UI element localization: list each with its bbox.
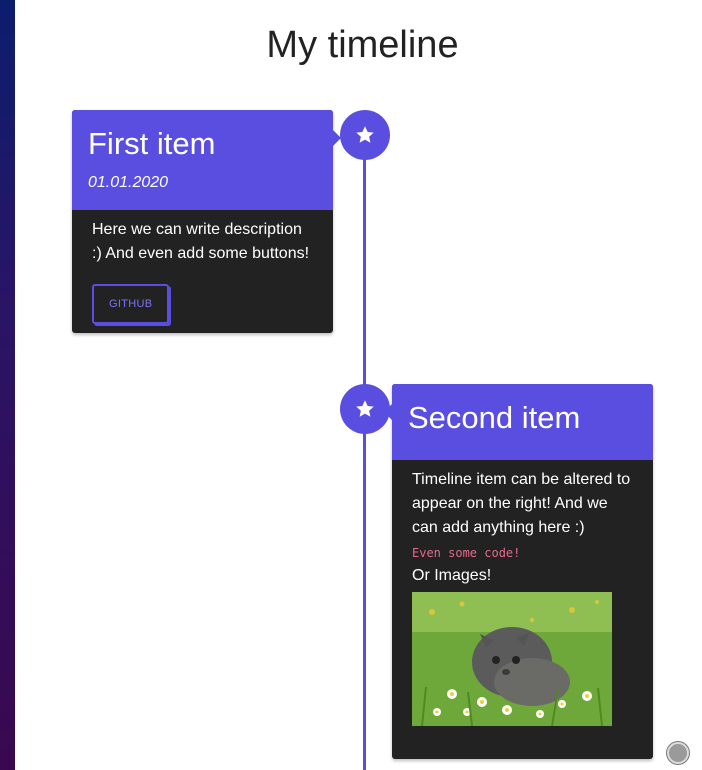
page-title: My timeline	[266, 24, 459, 66]
card-title: First item	[88, 126, 216, 161]
images-label: Or Images!	[412, 567, 492, 584]
timeline-card-second: Second item Timeline item can be altered…	[384, 384, 653, 759]
card-description: Timeline item can be altered to appear o…	[412, 471, 631, 536]
card-description: Here we can write description :) And eve…	[92, 221, 310, 262]
timeline-marker-1	[340, 110, 390, 160]
card-body: Here we can write description :) And eve…	[72, 210, 333, 324]
timeline-marker-2	[340, 384, 390, 434]
timeline-line	[363, 136, 366, 770]
card-body: Timeline item can be altered to appear o…	[392, 460, 653, 726]
star-icon	[356, 400, 374, 417]
star-icon	[356, 126, 374, 143]
github-button[interactable]: GITHUB	[92, 284, 170, 324]
card-title: Second item	[408, 400, 581, 435]
card-pointer	[333, 130, 341, 146]
code-snippet: Even some code!	[412, 546, 521, 560]
card-header: Second item	[384, 384, 653, 460]
card-pointer	[384, 404, 392, 420]
card-date: 01.01.2020	[88, 174, 169, 191]
sidebar-gradient-strip	[0, 0, 15, 770]
kitten-image	[412, 592, 612, 726]
floating-action-button[interactable]	[667, 742, 689, 764]
card-header: First item 01.01.2020	[72, 110, 341, 210]
timeline-card-first: First item 01.01.2020 Here we can write …	[72, 110, 341, 333]
